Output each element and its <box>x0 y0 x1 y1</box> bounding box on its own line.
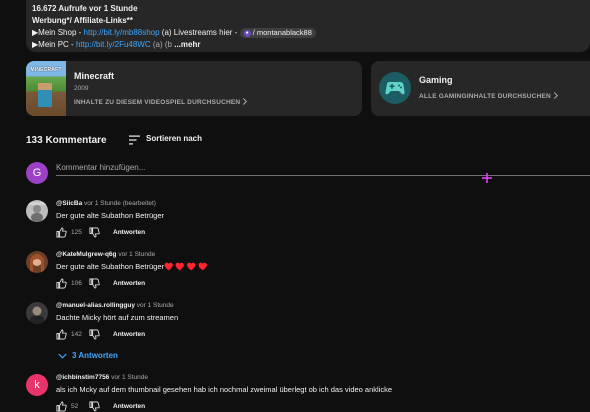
like-count: 106 <box>71 280 82 287</box>
reply-button[interactable]: Antworten <box>113 403 145 410</box>
game-title: Minecraft <box>74 71 115 81</box>
thumbs-down-icon[interactable] <box>89 227 100 238</box>
add-comment-row: G <box>26 160 590 186</box>
comment-author[interactable]: @ichbinstim7756 <box>56 374 109 381</box>
gaming-avatar <box>379 72 411 104</box>
chevron-down-icon <box>58 353 67 359</box>
like-count: 142 <box>71 331 82 338</box>
channel-mention-label: / montanablack88 <box>252 28 312 37</box>
comment-time[interactable]: vor 1 Stunde (bearbeitet) <box>84 200 156 207</box>
shop-prefix: ▶Mein Shop - <box>32 28 84 37</box>
comments-count: 133 Kommentare <box>26 135 107 146</box>
avatar[interactable] <box>26 251 48 273</box>
show-more-button[interactable]: ...mehr <box>174 40 200 49</box>
pc-link[interactable]: http://bit.ly/2Fu48WC <box>76 40 151 49</box>
view-count-line: 16.672 Aufrufe vor 1 Stunde <box>32 4 138 13</box>
thumbs-up-icon[interactable] <box>56 278 67 289</box>
comment-meta: @SiicBa vor 1 Stunde (bearbeitet) <box>56 200 156 207</box>
gaming-browse-label: ALLE GAMINGINHALTE DURCHSUCHEN <box>419 93 551 100</box>
avatar-image <box>26 251 48 273</box>
avatar[interactable] <box>26 302 48 324</box>
crosshair-cursor-icon <box>482 173 492 183</box>
comment-time[interactable]: vor 1 Stunde <box>111 374 148 381</box>
chevron-right-icon <box>243 98 248 105</box>
game-card[interactable]: MINECRAFT Minecraft 2009 INHALTE ZU DIES… <box>26 61 362 116</box>
comment-meta: @ichbinstim7756 vor 1 Stunde <box>56 374 148 381</box>
like-count: 125 <box>71 229 82 236</box>
affiliate-notice: Werbung*/ Affiliate-Links** <box>32 16 133 25</box>
avatar-image <box>26 302 48 324</box>
comment-author[interactable]: @manuel-alias.rollingguy <box>56 302 135 309</box>
gaming-browse-link[interactable]: ALLE GAMINGINHALTE DURCHSUCHEN <box>419 92 559 100</box>
comment-text: Der gute alte Subathon Betrüger♥️ ♥️ ♥️ … <box>56 262 208 271</box>
chevron-right-icon <box>553 92 558 99</box>
shop-line: ▶Mein Shop - http://bit.ly/mb88shop (a) … <box>32 27 584 39</box>
thumbs-down-icon[interactable] <box>89 329 100 340</box>
pc-line: ▶Mein PC - http://bit.ly/2Fu48WC (a) (b … <box>32 39 584 51</box>
like-count: 52 <box>71 403 79 410</box>
comment-time[interactable]: vor 1 Stunde <box>137 302 174 309</box>
channel-avatar-icon: ● <box>243 29 251 37</box>
game-browse-label: INHALTE ZU DIESEM VIDEOSPIEL DURCHSUCHEN <box>74 99 241 106</box>
pc-prefix: ▶Mein PC - <box>32 40 76 49</box>
pc-middle: (a) (b <box>150 40 172 49</box>
comment-text: Dachte Micky hört auf zum streamen <box>56 313 179 322</box>
reply-button[interactable]: Antworten <box>113 229 145 236</box>
thumbs-up-icon[interactable] <box>56 227 67 238</box>
avatar-letter: k <box>34 379 40 391</box>
shop-link[interactable]: http://bit.ly/mb88shop <box>84 28 160 37</box>
reply-button[interactable]: Antworten <box>113 331 145 338</box>
sort-label: Sortieren nach <box>146 134 203 143</box>
comment-meta: @KateMulgrew-q6g vor 1 Stunde <box>56 251 155 258</box>
video-description[interactable]: 16.672 Aufrufe vor 1 Stunde Werbung*/ Af… <box>26 0 590 52</box>
gaming-card[interactable]: Gaming ALLE GAMINGINHALTE DURCHSUCHEN <box>371 61 590 116</box>
gaming-title: Gaming <box>419 75 453 85</box>
avatar[interactable]: k <box>26 374 48 396</box>
game-thumbnail[interactable]: MINECRAFT <box>26 61 66 116</box>
comment-author[interactable]: @KateMulgrew-q6g <box>56 251 117 258</box>
channel-mention-chip[interactable]: ● / montanablack88 <box>239 28 316 38</box>
shop-middle: (a) Livestreams hier - <box>159 28 240 37</box>
avatar[interactable] <box>26 200 48 222</box>
comment-text: als ich Mcky auf dem thumbnail gesehen h… <box>56 385 393 394</box>
game-thumbnail-figure <box>38 83 52 107</box>
comment-meta: @manuel-alias.rollingguy vor 1 Stunde <box>56 302 174 309</box>
show-replies-label: 3 Antworten <box>72 351 118 360</box>
game-browse-link[interactable]: INHALTE ZU DIESEM VIDEOSPIEL DURCHSUCHEN <box>74 98 248 106</box>
thumbs-down-icon[interactable] <box>89 278 100 289</box>
thumbs-down-icon[interactable] <box>89 401 100 412</box>
game-year: 2009 <box>74 85 89 92</box>
thumbs-up-icon[interactable] <box>56 329 67 340</box>
game-thumbnail-title: MINECRAFT <box>30 67 62 73</box>
comment-input[interactable] <box>56 160 590 176</box>
reply-button[interactable]: Antworten <box>113 280 145 287</box>
thumbs-up-icon[interactable] <box>56 401 67 412</box>
gamepad-icon <box>385 82 405 95</box>
avatar-image <box>26 200 48 222</box>
avatar: G <box>26 162 48 184</box>
sort-icon <box>129 135 140 145</box>
comment-time[interactable]: vor 1 Stunde <box>118 251 155 258</box>
comment-text: Der gute alte Subathon Betrüger <box>56 211 164 220</box>
comment-author[interactable]: @SiicBa <box>56 200 82 207</box>
